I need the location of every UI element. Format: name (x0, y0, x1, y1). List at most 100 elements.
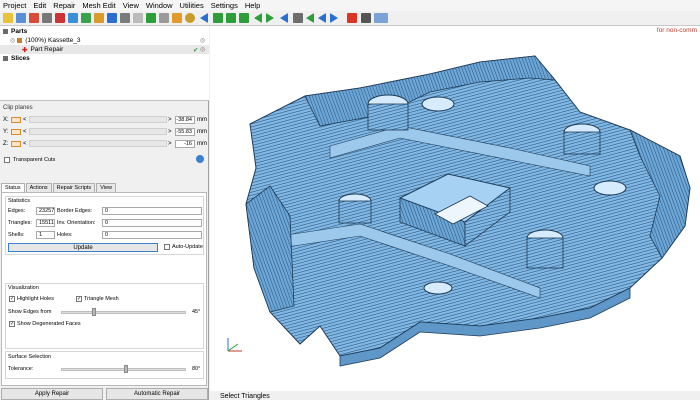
transparent-cuts-checkbox[interactable] (4, 157, 10, 163)
tree-parts[interactable]: Parts (0, 27, 209, 36)
triangle-mesh-checkbox[interactable]: ✓ (76, 296, 82, 302)
clip-y-toggle[interactable] (11, 128, 21, 135)
tree-slices-label: Slices (11, 55, 30, 62)
mesh-view-icon[interactable] (293, 13, 303, 23)
menu-help[interactable]: Help (245, 1, 260, 10)
surface-selection-group: Surface Selection Tolerance: 80° (5, 351, 204, 379)
triangle-mesh-label: Triangle Mesh (84, 296, 119, 302)
clip-z-toggle[interactable] (11, 140, 21, 147)
clip-z-value[interactable]: -16 (175, 139, 195, 148)
mesh-model[interactable] (210, 26, 700, 391)
tolerance-value: 80° (192, 366, 201, 372)
edges-angle-handle[interactable] (92, 308, 96, 316)
copy-icon[interactable] (68, 13, 78, 23)
open-project-icon[interactable] (3, 13, 13, 23)
ruler-icon[interactable] (159, 13, 169, 23)
clip-x-right-arrow[interactable]: > (168, 117, 172, 123)
status-panel: Statistics Edges: 23257 Border Edges: 0 … (1, 192, 207, 386)
clip-planes-title: Clip planes (3, 105, 33, 111)
tree-part-label: (100%) Kassette_3 (25, 37, 81, 44)
clip-y-label: Y: (3, 128, 9, 135)
rotate-right-icon[interactable] (266, 13, 274, 23)
menu-edit[interactable]: Edit (33, 1, 46, 10)
slider-icon[interactable] (374, 13, 388, 23)
select-prev-icon[interactable] (306, 13, 314, 23)
update-button[interactable]: Update (8, 243, 158, 252)
edges-angle-value: 45° (192, 309, 201, 315)
apply-repair-button[interactable]: Apply Repair (1, 388, 103, 400)
part-icon (17, 38, 23, 43)
menu-bar: Project Edit Repair Mesh Edit View Windo… (0, 0, 700, 11)
left-panel: Parts ◎ (100%) Kassette_3 ◎ ✚ Part Repai… (0, 26, 209, 400)
redo-icon[interactable] (120, 13, 130, 23)
clip-z-left-arrow[interactable]: < (23, 141, 27, 147)
clip-y-left-arrow[interactable]: < (23, 129, 27, 135)
menu-project[interactable]: Project (3, 1, 26, 10)
tab-status[interactable]: Status (1, 183, 25, 192)
menu-mesh-edit[interactable]: Mesh Edit (82, 1, 115, 10)
visibility-icon[interactable]: ◎ (10, 37, 15, 44)
camera-icon[interactable] (361, 13, 371, 23)
tolerance-handle[interactable] (124, 365, 128, 373)
clip-y-value[interactable]: -55.83 (175, 127, 195, 136)
clip-x-value[interactable]: -38.84 (175, 115, 195, 124)
select-tri-icon[interactable] (318, 13, 326, 23)
view-front-icon[interactable] (213, 13, 223, 23)
view-top-icon[interactable] (226, 13, 236, 23)
view-left-icon[interactable] (200, 13, 208, 23)
paste-icon[interactable] (81, 13, 91, 23)
menu-view[interactable]: View (123, 1, 139, 10)
edges-angle-slider[interactable] (61, 311, 186, 314)
clip-x-left-arrow[interactable]: < (23, 117, 27, 123)
select-triangles-tab[interactable]: Select Triangles (220, 393, 270, 400)
3d-viewport[interactable]: for non-comm (210, 26, 700, 391)
cut-icon[interactable] (94, 13, 104, 23)
automatic-repair-button[interactable]: Automatic Repair (106, 388, 208, 400)
view-back-icon[interactable] (239, 13, 249, 23)
clip-z-slider[interactable] (29, 140, 167, 147)
check-icon[interactable] (146, 13, 156, 23)
menu-repair[interactable]: Repair (53, 1, 75, 10)
clip-z-right-arrow[interactable]: > (168, 141, 172, 147)
import-icon[interactable] (29, 13, 39, 23)
repair-cross-icon: ✚ (22, 46, 28, 54)
zoom-icon[interactable] (185, 13, 195, 23)
settings-icon[interactable] (42, 13, 52, 23)
tree-repair-item[interactable]: ✚ Part Repair ✔ ◎ (0, 45, 209, 54)
layout-icon[interactable] (133, 13, 143, 23)
clip-z-label: Z: (3, 140, 9, 147)
undo-icon[interactable] (107, 13, 117, 23)
clip-x-label: X: (3, 116, 9, 123)
panel-tabs: Status Actions Repair Scripts View (1, 183, 117, 192)
surface-selection-title: Surface Selection (8, 354, 52, 360)
checkmark-icon: ✔ (193, 46, 199, 54)
show-degenerated-checkbox[interactable]: ✓ (9, 321, 15, 327)
refresh-icon[interactable] (196, 155, 204, 163)
menu-window[interactable]: Window (146, 1, 173, 10)
menu-settings[interactable]: Settings (211, 1, 238, 10)
menu-utilities[interactable]: Utilities (180, 1, 204, 10)
wand-icon[interactable] (172, 13, 182, 23)
clip-x-slider[interactable] (29, 116, 167, 123)
clip-x-toggle[interactable] (11, 116, 21, 123)
triangles-label: Triangles: (8, 220, 32, 226)
auto-update-checkbox[interactable] (164, 244, 170, 250)
tree-slices[interactable]: Slices (0, 54, 209, 63)
add-icon[interactable] (347, 13, 357, 23)
highlight-holes-checkbox[interactable]: ✓ (9, 296, 15, 302)
clip-y-unit: mm (197, 128, 207, 135)
clip-y-slider[interactable] (29, 128, 167, 135)
visualization-title: Visualization (8, 285, 39, 291)
tab-actions[interactable]: Actions (25, 183, 52, 192)
close-icon[interactable] (55, 13, 65, 23)
select-next-icon[interactable] (330, 13, 338, 23)
repair-status-icon: ◎ (200, 47, 206, 53)
rotate-left-icon[interactable] (254, 13, 262, 23)
tab-repair-scripts[interactable]: Repair Scripts (52, 183, 96, 192)
tree-part-item[interactable]: ◎ (100%) Kassette_3 ◎ (0, 36, 209, 45)
save-icon[interactable] (16, 13, 26, 23)
tab-view[interactable]: View (96, 183, 117, 192)
rotate-up-icon[interactable] (280, 13, 288, 23)
clip-y-right-arrow[interactable]: > (168, 129, 172, 135)
edges-value: 23257 (36, 207, 55, 215)
